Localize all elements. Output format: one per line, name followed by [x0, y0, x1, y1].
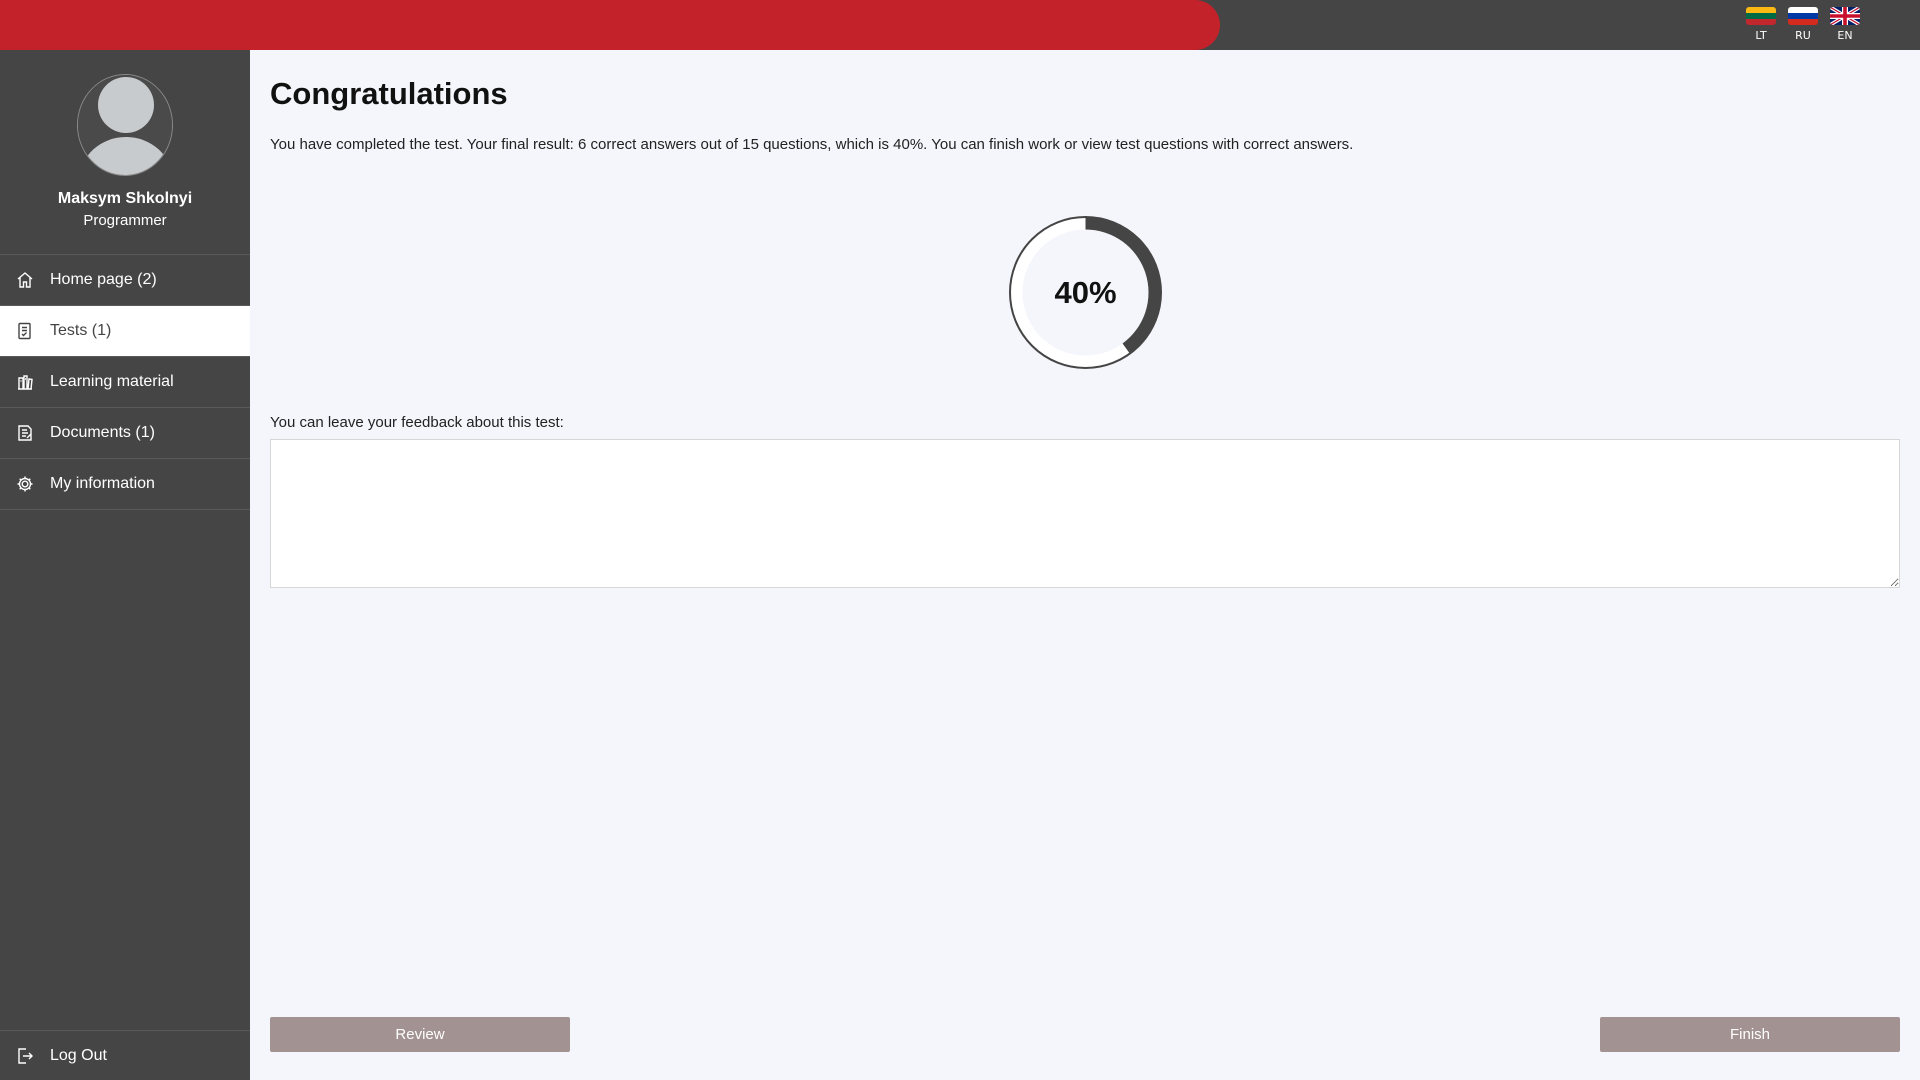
language-code: LT: [1755, 29, 1767, 42]
sidebar-item-label: Tests (1): [50, 322, 112, 339]
language-code: EN: [1837, 29, 1853, 42]
sidebar-item-label: Home page (2): [50, 271, 157, 288]
avatar: [77, 74, 173, 176]
sidebar-item-home[interactable]: Home page (2): [0, 255, 250, 306]
uk-flag-icon: [1830, 7, 1860, 25]
sidebar-item-my-information[interactable]: My information: [0, 459, 250, 510]
user-profile: Maksym Shkolnyi Programmer: [0, 50, 250, 255]
review-button[interactable]: Review: [270, 1017, 570, 1052]
russia-flag-icon: [1788, 7, 1818, 25]
sidebar-item-tests[interactable]: Tests (1): [0, 306, 250, 357]
sidebar-item-label: My information: [50, 475, 155, 492]
page-title: Congratulations: [270, 76, 508, 111]
top-bar-accent: [0, 0, 1220, 50]
score-progress-ring: 40%: [1008, 215, 1163, 370]
home-icon: [16, 271, 34, 289]
sidebar: Maksym Shkolnyi Programmer Home page (2)…: [0, 50, 250, 1080]
documents-icon: [16, 424, 34, 442]
sidebar-item-learning-material[interactable]: Learning material: [0, 357, 250, 408]
user-role: Programmer: [83, 212, 167, 229]
user-name: Maksym Shkolnyi: [57, 190, 193, 207]
language-lt[interactable]: LT: [1746, 7, 1776, 42]
learning-material-icon: [16, 373, 34, 391]
feedback-textarea[interactable]: [270, 439, 1900, 588]
gear-icon: [16, 475, 34, 493]
main-content: Congratulations You have completed the t…: [250, 50, 1920, 1080]
sidebar-item-label: Documents (1): [50, 424, 155, 441]
language-ru[interactable]: RU: [1788, 7, 1818, 42]
tests-icon: [16, 322, 34, 340]
logout-button[interactable]: Log Out: [0, 1030, 250, 1080]
language-switcher: LT RU EN: [1746, 7, 1860, 42]
feedback-label: You can leave your feedback about this t…: [270, 414, 564, 431]
sidebar-item-label: Learning material: [50, 373, 174, 390]
logout-label: Log Out: [50, 1046, 107, 1064]
lithuania-flag-icon: [1746, 7, 1776, 25]
logout-icon: [16, 1047, 34, 1065]
score-percent: 40%: [1054, 274, 1117, 310]
result-text: You have completed the test. Your final …: [270, 136, 1354, 153]
language-en[interactable]: EN: [1830, 7, 1860, 42]
sidebar-item-documents[interactable]: Documents (1): [0, 408, 250, 459]
language-code: RU: [1795, 29, 1811, 42]
finish-button[interactable]: Finish: [1600, 1017, 1900, 1052]
user-placeholder-icon: [78, 75, 172, 175]
top-bar: LT RU EN: [0, 0, 1920, 50]
